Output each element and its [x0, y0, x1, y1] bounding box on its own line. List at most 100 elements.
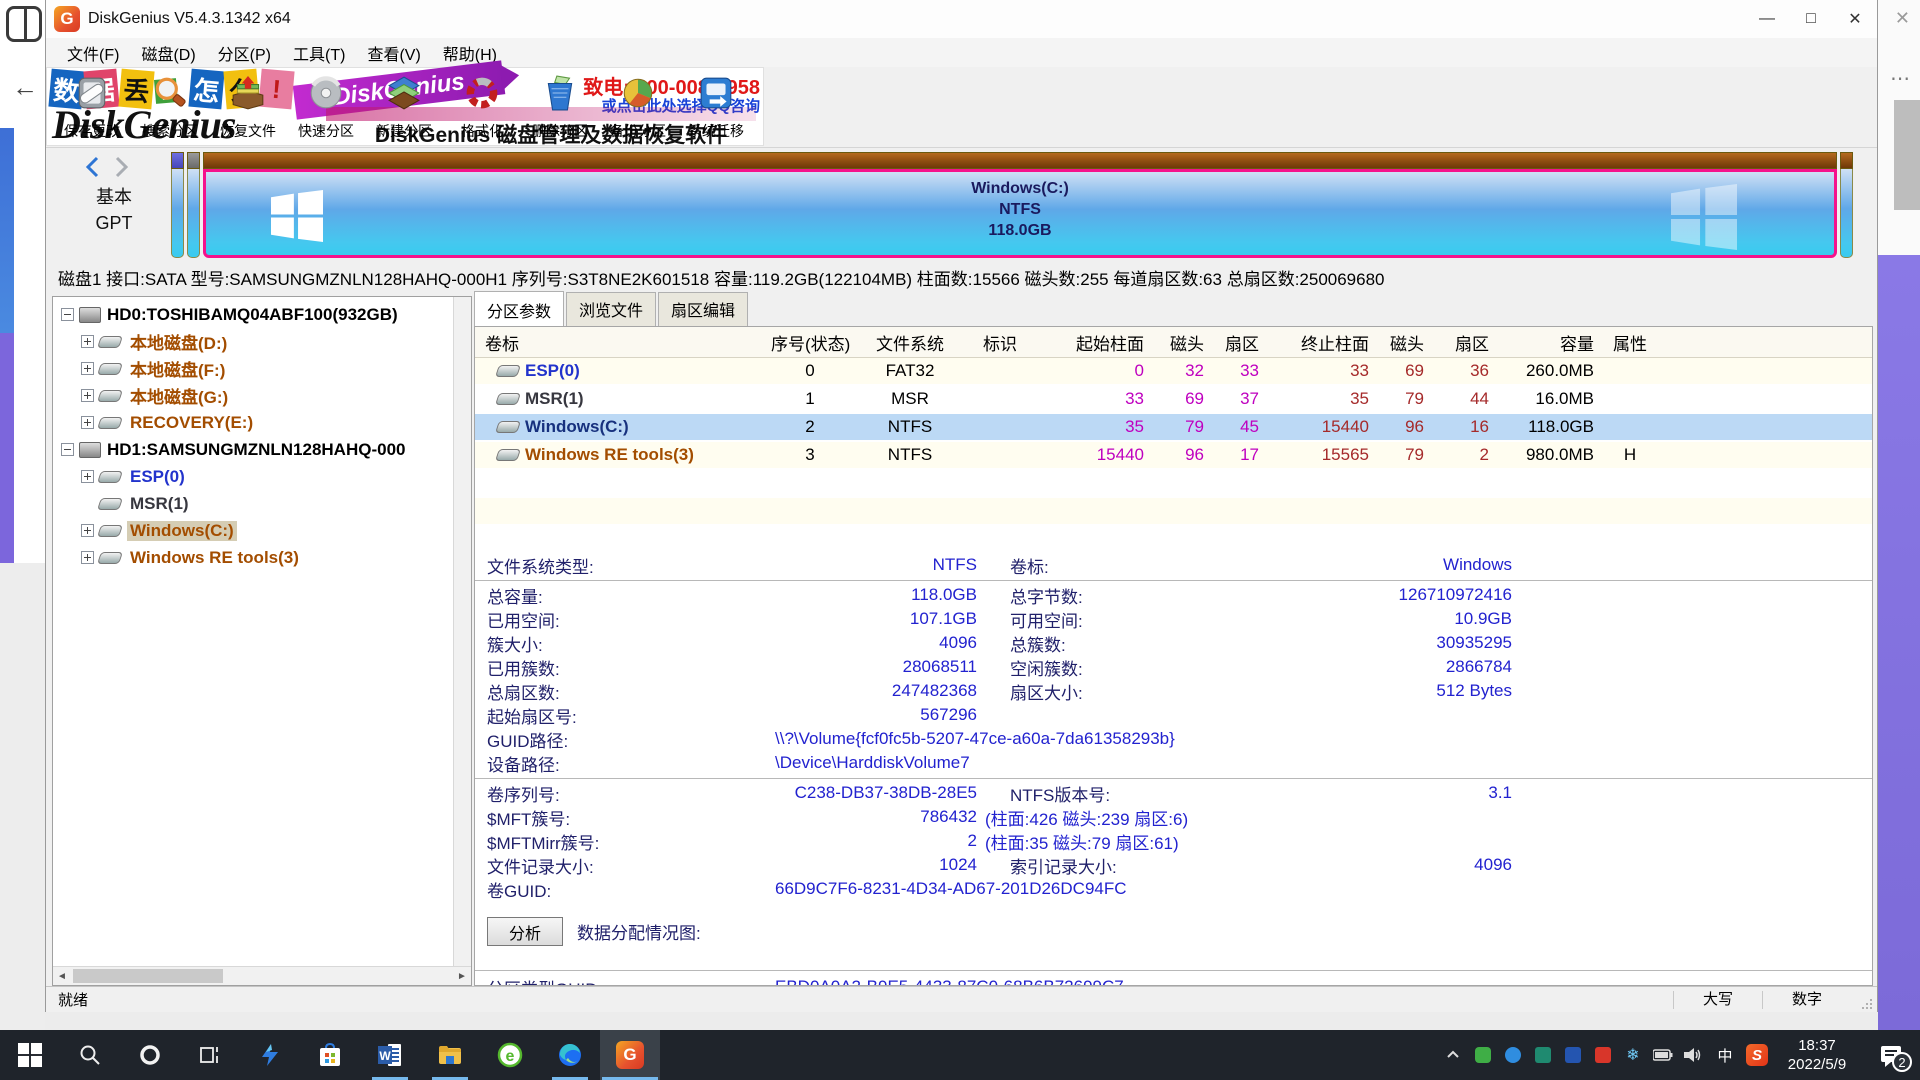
- expand-icon[interactable]: [81, 524, 94, 537]
- toolbar-button-2[interactable]: 恢复文件: [210, 71, 286, 143]
- tree-vertical-scrollbar[interactable]: [453, 297, 471, 967]
- system-migrate-icon: [698, 71, 734, 116]
- column-header-7[interactable]: 终止柱面: [1265, 330, 1375, 355]
- analyze-button[interactable]: 分析: [487, 917, 563, 946]
- back-arrow-icon[interactable]: ←: [12, 72, 38, 103]
- partition-sliver-re-tools[interactable]: [1840, 152, 1853, 258]
- column-header-6[interactable]: 扇区: [1210, 330, 1265, 355]
- snowflake-icon[interactable]: ❄: [1618, 1030, 1648, 1080]
- column-header-0[interactable]: 卷标: [475, 330, 765, 355]
- toolbar-button-8[interactable]: 系统迁移: [678, 71, 754, 143]
- tray-navy-icon[interactable]: [1558, 1030, 1588, 1080]
- expand-icon[interactable]: [81, 389, 94, 402]
- tree-partition-node[interactable]: Windows RE tools(3): [53, 544, 471, 571]
- task-view-icon[interactable]: [180, 1030, 240, 1080]
- thunder-icon[interactable]: [240, 1030, 300, 1080]
- collapse-icon[interactable]: [61, 308, 74, 321]
- tray-teal-icon[interactable]: [1528, 1030, 1558, 1080]
- start-icon[interactable]: [0, 1030, 60, 1080]
- toolbar-button-4[interactable]: 新建分区: [366, 71, 442, 143]
- store-icon[interactable]: [300, 1030, 360, 1080]
- next-disk-icon[interactable]: [112, 156, 130, 178]
- column-header-2[interactable]: 文件系统: [855, 330, 965, 355]
- toolbar-button-1[interactable]: 搜索分区: [132, 71, 208, 143]
- column-header-8[interactable]: 磁头: [1375, 330, 1430, 355]
- sogou-icon[interactable]: S: [1742, 1030, 1772, 1080]
- toolbar-button-6[interactable]: 删除分区: [522, 71, 598, 143]
- partition-sliver-esp[interactable]: [171, 152, 184, 258]
- minimize-button[interactable]: —: [1745, 0, 1789, 38]
- tree-partition-node[interactable]: 本地磁盘(G:): [53, 382, 471, 409]
- column-header-5[interactable]: 磁头: [1150, 330, 1210, 355]
- tree-partition-node[interactable]: 本地磁盘(F:): [53, 355, 471, 382]
- expand-icon[interactable]: [81, 335, 94, 348]
- allocation-map-label: 数据分配情况图:: [577, 919, 701, 944]
- cell: 260.0MB: [1495, 361, 1600, 381]
- partition-row-0[interactable]: ESP(0)0FAT3203233336936260.0MB: [475, 358, 1872, 386]
- menu-item-1[interactable]: 磁盘(D): [130, 38, 206, 68]
- tab-0[interactable]: 分区参数: [474, 291, 564, 327]
- partition-icon: [97, 390, 123, 402]
- scroll-left-icon[interactable]: ◄: [53, 967, 71, 985]
- taskbar-search-icon[interactable]: [60, 1030, 120, 1080]
- cell: Windows RE tools(3): [475, 445, 765, 465]
- detail-label: 起始扇区号:: [475, 703, 775, 728]
- diskgenius-icon[interactable]: G: [600, 1030, 660, 1080]
- tree-partition-node[interactable]: MSR(1): [53, 490, 471, 517]
- notification-center-icon[interactable]: 2: [1862, 1030, 1920, 1080]
- partition-sliver-msr[interactable]: [187, 152, 200, 258]
- partition-row-3[interactable]: Windows RE tools(3)3NTFS1544096171556579…: [475, 442, 1872, 470]
- battery-icon[interactable]: [1648, 1030, 1678, 1080]
- menu-item-0[interactable]: 文件(F): [56, 38, 130, 68]
- toolbar-button-7[interactable]: 备份分区: [600, 71, 676, 143]
- tab-2[interactable]: 扇区编辑: [658, 292, 748, 326]
- column-header-4[interactable]: 起始柱面: [1035, 330, 1150, 355]
- column-header-3[interactable]: 标识: [965, 330, 1035, 355]
- toolbar-button-3[interactable]: 快速分区: [288, 71, 364, 143]
- word-icon[interactable]: W: [360, 1030, 420, 1080]
- tree-disk-node[interactable]: HD1:SAMSUNGMZNLN128HAHQ-000: [53, 436, 471, 463]
- toolbar-button-0[interactable]: 保存更改: [54, 71, 130, 143]
- file-explorer-icon[interactable]: [420, 1030, 480, 1080]
- column-header-9[interactable]: 扇区: [1430, 330, 1495, 355]
- maximize-button[interactable]: □: [1789, 0, 1833, 38]
- tray-red-icon[interactable]: [1588, 1030, 1618, 1080]
- tree-partition-node[interactable]: Windows(C:): [53, 517, 471, 544]
- volume-icon[interactable]: [1678, 1030, 1708, 1080]
- menu-item-4[interactable]: 查看(V): [356, 38, 431, 68]
- browser-360-icon[interactable]: e: [480, 1030, 540, 1080]
- cell: 69: [1150, 389, 1210, 409]
- tree-horizontal-scrollbar[interactable]: ◄ ►: [53, 966, 471, 985]
- cortana-icon[interactable]: [120, 1030, 180, 1080]
- tab-1[interactable]: 浏览文件: [566, 292, 656, 326]
- hidden-icons-chevron[interactable]: [1438, 1030, 1468, 1080]
- scroll-right-icon[interactable]: ►: [453, 967, 471, 985]
- tree-partition-node[interactable]: 本地磁盘(D:): [53, 328, 471, 355]
- expand-icon[interactable]: [81, 551, 94, 564]
- column-header-1[interactable]: 序号(状态): [765, 330, 855, 355]
- column-header-11[interactable]: 属性: [1600, 330, 1660, 355]
- scrollbar-thumb[interactable]: [73, 969, 223, 983]
- menu-item-2[interactable]: 分区(P): [207, 38, 282, 68]
- partition-row-1[interactable]: MSR(1)1MSR33693735794416.0MB: [475, 386, 1872, 414]
- partition-windows-c[interactable]: Windows(C:) NTFS 118.0GB: [203, 152, 1837, 258]
- tree-disk-node[interactable]: HD0:TOSHIBAMQ04ABF100(932GB): [53, 301, 471, 328]
- toolbar-button-5[interactable]: 格式化: [444, 71, 520, 143]
- edge-icon[interactable]: [540, 1030, 600, 1080]
- column-header-10[interactable]: 容量: [1495, 330, 1600, 355]
- collapse-icon[interactable]: [61, 443, 74, 456]
- expand-icon[interactable]: [81, 416, 94, 429]
- tray-green-icon[interactable]: [1468, 1030, 1498, 1080]
- close-button[interactable]: ✕: [1833, 0, 1877, 38]
- expand-icon[interactable]: [81, 470, 94, 483]
- partition-row-2[interactable]: Windows(C:)2NTFS357945154409616118.0GB: [475, 414, 1872, 442]
- prev-disk-icon[interactable]: [84, 156, 102, 178]
- taskbar-clock[interactable]: 18:37 2022/5/9: [1772, 1036, 1862, 1074]
- resize-grip[interactable]: [1851, 990, 1877, 1010]
- expand-icon[interactable]: [81, 362, 94, 375]
- tree-partition-node[interactable]: RECOVERY(E:): [53, 409, 471, 436]
- ime-indicator[interactable]: 中: [1708, 1030, 1742, 1080]
- menu-item-3[interactable]: 工具(T): [282, 38, 356, 68]
- tree-partition-node[interactable]: ESP(0): [53, 463, 471, 490]
- tray-blue-circle-icon[interactable]: [1498, 1030, 1528, 1080]
